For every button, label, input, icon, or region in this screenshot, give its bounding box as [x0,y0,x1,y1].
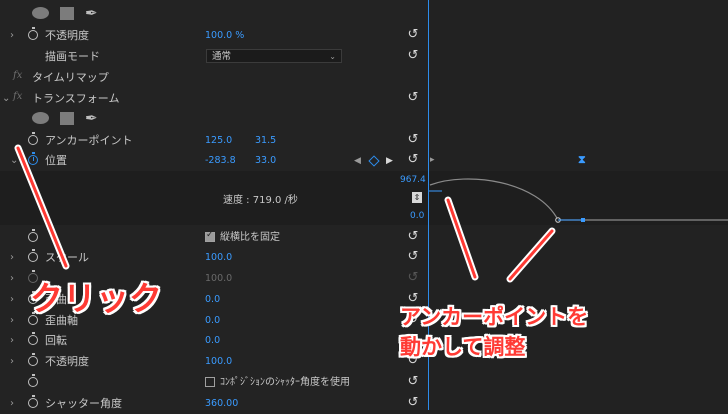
anchor-annotation-line2: 動かして調整 [400,335,526,359]
anchor-annotation-line1: アンカーポイントを [400,305,589,329]
anchor-pointer-line-right-fill [508,229,554,281]
annotation-lines [14,144,556,283]
click-annotation: クリック [30,279,162,318]
click-pointer-line-fill [16,146,68,268]
anchor-pointer-line-left-fill [446,198,477,279]
